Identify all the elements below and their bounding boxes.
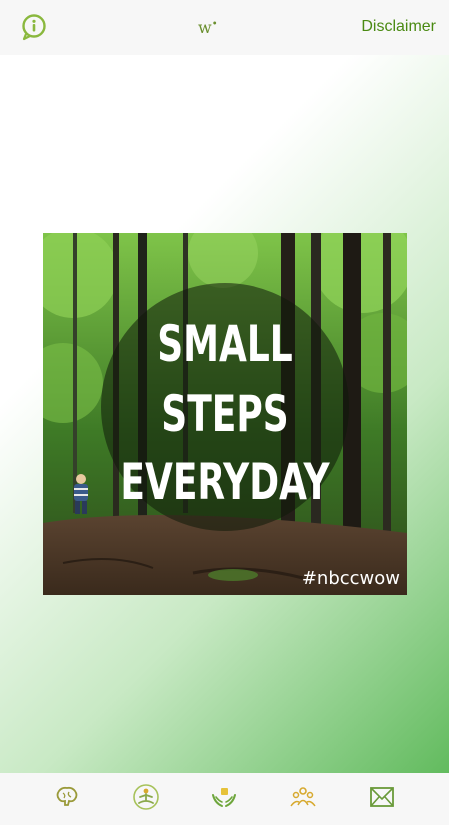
main-content: SMALL STEPS EVERYDAY #nbccwow xyxy=(0,55,449,773)
care-hands-icon xyxy=(210,783,238,816)
meditation-icon xyxy=(132,783,160,816)
logo-text: w xyxy=(198,18,212,37)
nav-mail[interactable] xyxy=(368,785,396,813)
nav-brain[interactable] xyxy=(53,785,81,813)
nav-meditation[interactable] xyxy=(132,783,160,816)
disclaimer-link[interactable]: Disclaimer xyxy=(361,18,436,36)
mail-icon xyxy=(368,784,396,815)
poster-line-2: STEPS xyxy=(161,385,289,443)
nav-care[interactable] xyxy=(210,785,238,813)
top-bar: w• Disclaimer xyxy=(0,0,449,55)
brain-icon xyxy=(54,785,80,814)
community-icon xyxy=(289,783,317,816)
app-logo: w• xyxy=(198,18,218,37)
poster-line-1: SMALL xyxy=(157,315,293,373)
motivation-poster: SMALL STEPS EVERYDAY #nbccwow xyxy=(43,233,407,595)
nav-community[interactable] xyxy=(289,785,317,813)
poster-line-3: EVERYDAY xyxy=(120,453,330,511)
info-icon[interactable] xyxy=(20,13,48,41)
bottom-nav xyxy=(0,773,449,825)
poster-hashtag: #nbccwow xyxy=(301,568,400,589)
